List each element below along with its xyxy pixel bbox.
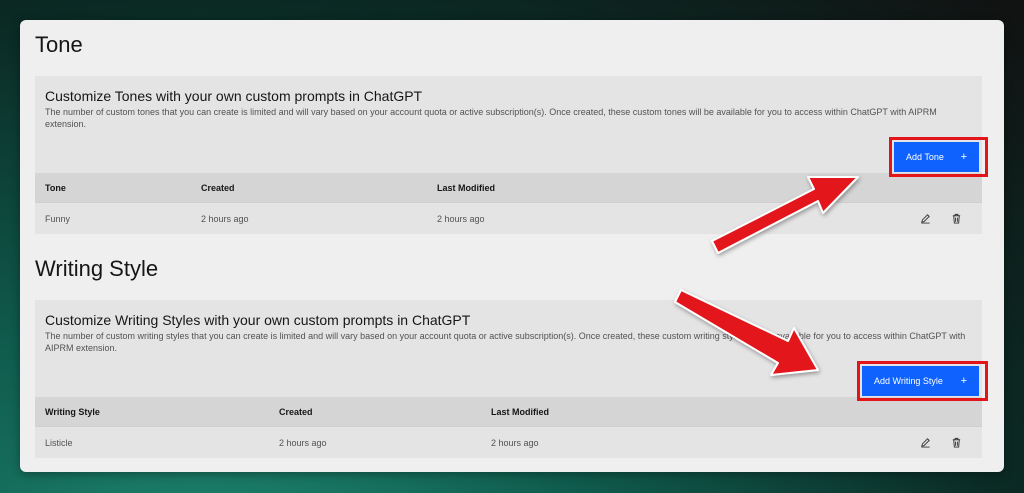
tone-table-header: Tone Created Last Modified [35, 173, 982, 202]
edit-icon[interactable] [918, 211, 932, 225]
row-last-modified: 2 hours ago [437, 213, 485, 224]
writing-style-card-title: Customize Writing Styles with your own c… [45, 312, 471, 328]
row-name: Funny [45, 213, 71, 224]
tone-card: Customize Tones with your own custom pro… [35, 76, 982, 234]
row-name: Listicle [45, 437, 73, 448]
tone-card-description: The number of custom tones that you can … [45, 107, 937, 129]
table-row: Listicle 2 hours ago 2 hours ago [35, 426, 982, 458]
column-header-created: Created [201, 182, 235, 193]
column-header-created: Created [279, 406, 313, 417]
row-created: 2 hours ago [279, 437, 327, 448]
writing-style-table-header: Writing Style Created Last Modified [35, 397, 982, 426]
settings-panel: Tone Customize Tones with your own custo… [20, 20, 1004, 472]
row-created: 2 hours ago [201, 213, 249, 224]
writing-style-card-description: The number of custom writing styles that… [45, 331, 966, 353]
tone-section-title: Tone [35, 32, 83, 57]
edit-icon[interactable] [918, 435, 932, 449]
tone-card-title: Customize Tones with your own custom pro… [45, 88, 423, 104]
add-writing-style-highlight-box [857, 361, 988, 401]
column-header-tone: Tone [45, 182, 66, 193]
writing-style-section-title: Writing Style [35, 256, 159, 281]
row-last-modified: 2 hours ago [491, 437, 539, 448]
column-header-last-modified: Last Modified [437, 182, 495, 193]
column-header-last-modified: Last Modified [491, 406, 549, 417]
delete-icon[interactable] [949, 435, 963, 449]
add-tone-highlight-box [889, 137, 988, 177]
table-row: Funny 2 hours ago 2 hours ago [35, 202, 982, 234]
delete-icon[interactable] [949, 211, 963, 225]
column-header-writing-style: Writing Style [45, 406, 100, 417]
writing-style-card: Customize Writing Styles with your own c… [35, 300, 982, 458]
